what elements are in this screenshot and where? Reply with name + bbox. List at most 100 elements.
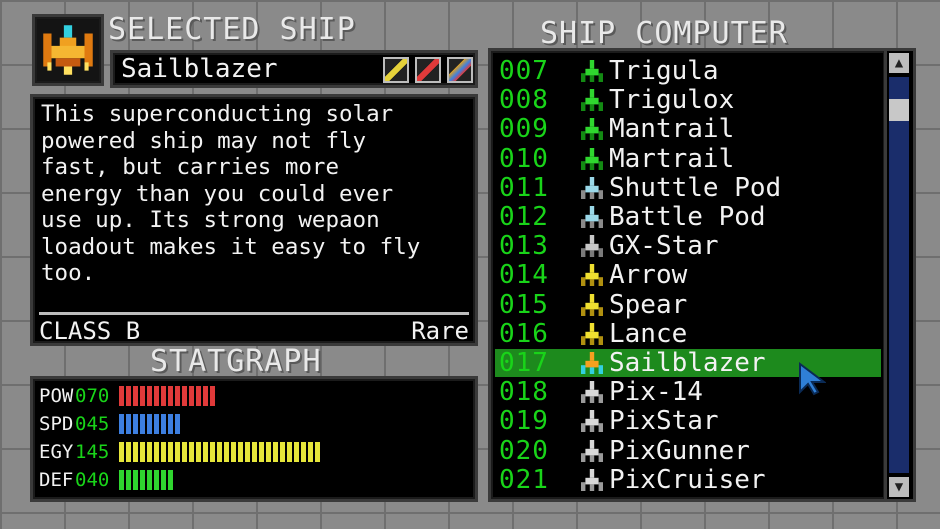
stat-bar-segment bbox=[119, 442, 124, 462]
stat-name: EGY bbox=[39, 441, 74, 463]
stat-bar-segment bbox=[154, 386, 159, 406]
ship-list-item[interactable]: 020 PixGunner bbox=[495, 437, 881, 465]
stat-bar-segment bbox=[126, 386, 131, 406]
grey-ship-icon bbox=[581, 235, 603, 258]
ship-name-field[interactable]: Sailblazer bbox=[110, 50, 478, 88]
ship-name-label: PixStar bbox=[609, 406, 719, 437]
stat-bar-segment bbox=[140, 442, 145, 462]
ship-class: CLASS B bbox=[39, 317, 141, 345]
ship-list-scrollbar[interactable]: ▲ ▼ bbox=[884, 48, 916, 502]
stat-bar-segment bbox=[154, 470, 159, 490]
ship-list-item[interactable]: 012 Battle Pod bbox=[495, 203, 881, 231]
ship-number: 013 bbox=[499, 231, 549, 262]
ship-name-label: Sailblazer bbox=[609, 348, 766, 378]
sailblazer-ship-icon bbox=[43, 25, 93, 75]
orange-ship-icon bbox=[581, 352, 603, 374]
stat-bar-segment bbox=[224, 442, 229, 462]
scroll-down-icon[interactable]: ▼ bbox=[889, 477, 909, 497]
stat-row-spd: SPD 045 bbox=[39, 413, 180, 435]
stat-bar-segment bbox=[231, 442, 236, 462]
stat-bar bbox=[119, 414, 180, 434]
stat-bar-segment bbox=[308, 442, 313, 462]
yellow-pencil-icon[interactable] bbox=[383, 57, 409, 83]
stat-bar-segment bbox=[133, 442, 138, 462]
stat-bar-segment bbox=[147, 442, 152, 462]
scroll-up-icon[interactable]: ▲ bbox=[889, 53, 909, 73]
stat-row-egy: EGY 145 bbox=[39, 441, 320, 463]
stat-value: 070 bbox=[75, 385, 110, 407]
ship-list-item[interactable]: 007 Trigula bbox=[495, 57, 881, 85]
ship-list-item[interactable]: 015 Spear bbox=[495, 291, 881, 319]
stat-bar-segment bbox=[245, 442, 250, 462]
stat-bar-segment bbox=[126, 414, 131, 434]
stat-bar-segment bbox=[259, 442, 264, 462]
stat-bar-segment bbox=[161, 470, 166, 490]
green-ship-icon bbox=[581, 89, 603, 112]
ship-list-item[interactable]: 013 GX-Star bbox=[495, 232, 881, 260]
ship-name-label: Arrow bbox=[609, 260, 688, 291]
ship-description: This superconducting solar powered ship … bbox=[41, 101, 421, 286]
stat-bar-segment bbox=[133, 470, 138, 490]
ship-list-item[interactable]: 009 Mantrail bbox=[495, 115, 881, 143]
ship-list-item[interactable]: 016 Lance bbox=[495, 320, 881, 348]
stat-bar-segment bbox=[266, 442, 271, 462]
stat-bar-segment bbox=[154, 414, 159, 434]
stat-bar-segment bbox=[140, 386, 145, 406]
yellow-ship-icon bbox=[581, 322, 603, 345]
stat-bar-segment bbox=[301, 442, 306, 462]
green-ship-icon bbox=[581, 118, 603, 141]
stat-bar-segment bbox=[315, 442, 320, 462]
scroll-track[interactable] bbox=[889, 77, 909, 473]
statgraph-title: STATGRAPH bbox=[150, 344, 322, 379]
stat-bar-segment bbox=[147, 470, 152, 490]
stat-bar-segment bbox=[119, 414, 124, 434]
ship-list[interactable]: 007 Trigula 008 Trigulox 009 Mantrail 010 Martr… bbox=[488, 48, 888, 502]
stat-bar-segment bbox=[168, 442, 173, 462]
pix-ship-icon bbox=[581, 381, 603, 404]
pod-ship-icon bbox=[581, 206, 603, 228]
stat-bar-segment bbox=[175, 442, 180, 462]
stat-bar-segment bbox=[294, 442, 299, 462]
ship-name-label: Shuttle Pod bbox=[609, 172, 782, 203]
stat-bar-segment bbox=[175, 386, 180, 406]
ship-preview bbox=[32, 14, 104, 86]
statgraph-panel: POW 070 SPD 045 EGY 145 DEF 040 bbox=[30, 376, 478, 502]
ship-description-panel: This superconducting solar powered ship … bbox=[30, 94, 478, 346]
stat-bar bbox=[119, 470, 173, 490]
stat-bar-segment bbox=[203, 442, 208, 462]
mouse-cursor-icon bbox=[799, 362, 826, 396]
red-pencil-icon[interactable] bbox=[415, 57, 441, 83]
ship-number: 017 bbox=[499, 348, 549, 378]
ship-name-label: Lance bbox=[609, 318, 688, 349]
stat-bar-segment bbox=[182, 442, 187, 462]
stat-bar-segment bbox=[182, 386, 187, 406]
ship-list-item[interactable]: 014 Arrow bbox=[495, 261, 881, 289]
ship-list-item[interactable]: 008 Trigulox bbox=[495, 86, 881, 114]
ship-number: 016 bbox=[499, 318, 549, 349]
ship-list-item[interactable]: 019 PixStar bbox=[495, 407, 881, 435]
stat-bar-segment bbox=[175, 414, 180, 434]
stat-bar-segment bbox=[140, 414, 145, 434]
pix-ship-icon bbox=[581, 410, 603, 433]
stat-name: DEF bbox=[39, 469, 74, 491]
stat-bar-segment bbox=[252, 442, 257, 462]
stat-name: POW bbox=[39, 385, 74, 407]
green-ship-icon bbox=[581, 147, 603, 170]
ship-number: 018 bbox=[499, 377, 549, 408]
yellow-ship-icon bbox=[581, 264, 603, 287]
ship-list-item[interactable]: 010 Martrail bbox=[495, 145, 881, 173]
yellow-ship-icon bbox=[581, 293, 603, 316]
stat-bar-segment bbox=[154, 442, 159, 462]
ship-list-item[interactable]: 021 PixCruiser bbox=[495, 466, 881, 494]
stat-bar-segment bbox=[168, 386, 173, 406]
stat-bar-segment bbox=[217, 442, 222, 462]
stat-bar-segment bbox=[140, 470, 145, 490]
ship-name: Sailblazer bbox=[121, 54, 278, 84]
ship-list-item[interactable]: 011 Shuttle Pod bbox=[495, 174, 881, 202]
rainbow-pencil-icon[interactable] bbox=[447, 57, 473, 83]
stat-bar-segment bbox=[133, 414, 138, 434]
pix-ship-icon bbox=[581, 468, 603, 491]
ship-number: 020 bbox=[499, 435, 549, 466]
scroll-thumb[interactable] bbox=[889, 99, 909, 121]
pod-ship-icon bbox=[581, 176, 603, 199]
